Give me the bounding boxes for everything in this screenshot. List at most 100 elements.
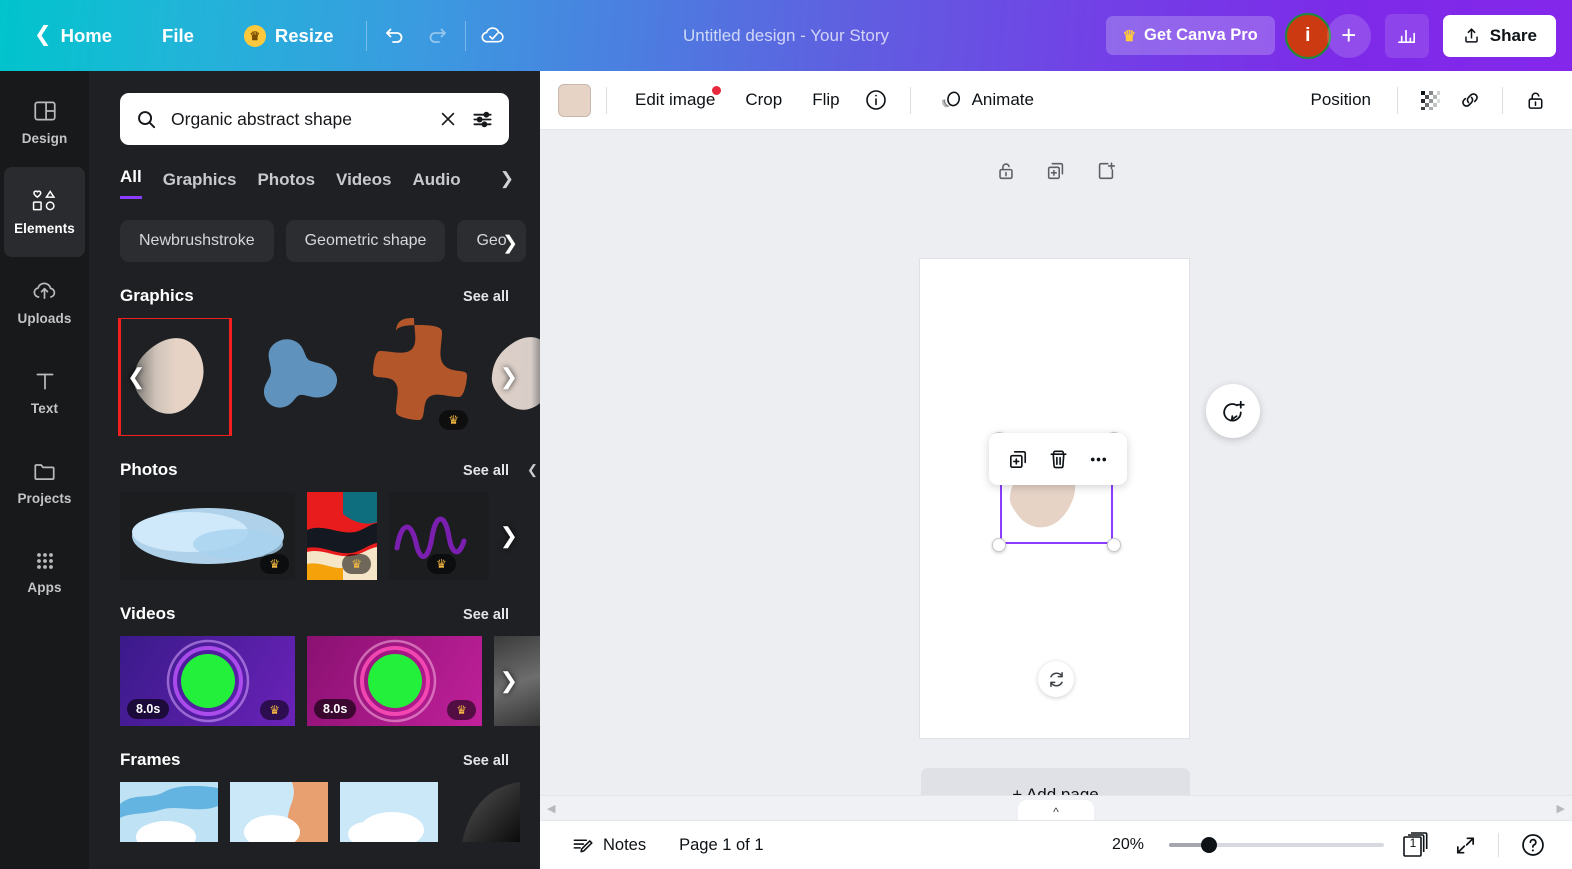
tab-audio[interactable]: Audio [412, 170, 460, 199]
search-box[interactable] [120, 93, 509, 145]
get-canva-pro-button[interactable]: ♛ Get Canva Pro [1105, 16, 1275, 55]
close-icon[interactable] [438, 109, 458, 129]
frame-thumb-dark-gradient[interactable] [450, 782, 520, 842]
photos-results-row: ♛ ♛ ♛ ❯ [89, 492, 540, 580]
duplicate-element-button[interactable] [1001, 442, 1035, 476]
pro-crown-icon: ♛ [447, 699, 476, 720]
insights-button[interactable] [1384, 13, 1429, 58]
transparency-button[interactable] [1411, 81, 1449, 119]
graphics-next-chevron-right-icon[interactable]: ❯ [500, 364, 518, 390]
graphic-thumb-blue-blob[interactable] [242, 318, 352, 436]
section-title: Frames [120, 750, 181, 769]
link-button[interactable] [1451, 81, 1489, 119]
chevron-left-icon: ❮ [34, 23, 52, 46]
lock-page-button[interactable] [993, 158, 1019, 184]
element-toolbar: Edit image Crop Flip Animate Position [540, 71, 1572, 130]
zoom-slider[interactable] [1169, 837, 1384, 853]
sidebar-item-uploads[interactable]: Uploads [4, 257, 85, 347]
canvas-area[interactable]: + Add page ◀ ▶ ^ [540, 130, 1572, 820]
graphic-thumb-orange-cross[interactable]: ♛ [364, 318, 474, 436]
sidebar-item-elements[interactable]: Elements [4, 167, 85, 257]
color-swatch-button[interactable] [558, 83, 591, 117]
frame-thumb-sky-3[interactable] [340, 782, 438, 842]
lock-open-icon [1528, 92, 1542, 109]
videos-section-header: Videos See all [89, 580, 540, 636]
videos-next-chevron-right-icon[interactable]: ❯ [500, 668, 518, 694]
videos-see-all-link[interactable]: See all [463, 607, 509, 623]
tab-photos[interactable]: Photos [257, 170, 315, 199]
lock-button[interactable] [1516, 81, 1554, 119]
position-button[interactable]: Position [1298, 82, 1384, 118]
zoom-slider-knob[interactable] [1201, 837, 1217, 853]
resize-handle-bottom-left[interactable] [992, 538, 1006, 552]
video-thumb-magenta-neon[interactable]: 8.0s ♛ [307, 636, 482, 726]
graphics-prev-chevron-left-icon[interactable]: ❮ [127, 364, 145, 390]
file-menu-button[interactable]: File [148, 17, 208, 55]
resize-handle-bottom-right[interactable] [1107, 538, 1121, 552]
notification-dot-icon [712, 86, 722, 95]
home-button[interactable]: ❮ Home [20, 17, 126, 55]
add-comment-button[interactable] [1206, 384, 1260, 438]
tabs-next-chevron-right-icon[interactable]: ❯ [500, 169, 514, 189]
page-count-label: 1 [1409, 836, 1417, 850]
duplicate-page-button[interactable] [1043, 158, 1069, 184]
more-options-button[interactable] [1081, 442, 1115, 476]
fullscreen-button[interactable] [1448, 827, 1483, 864]
chips-next-chevron-right-icon[interactable]: ❯ [502, 232, 518, 255]
video-thumb-purple-neon[interactable]: 8.0s ♛ [120, 636, 295, 726]
photo-thumb-blue-brush[interactable]: ♛ [120, 492, 295, 580]
search-input[interactable] [171, 108, 425, 130]
add-page-button-inline[interactable] [1093, 158, 1119, 184]
caret-right-icon[interactable]: ▶ [1557, 802, 1565, 815]
frames-see-all-link[interactable]: See all [463, 753, 509, 769]
cloud-save-button[interactable] [473, 15, 515, 57]
edit-image-button[interactable]: Edit image [622, 82, 728, 118]
text-t-icon [36, 373, 53, 390]
flip-button[interactable]: Flip [799, 82, 852, 118]
avatar[interactable]: i [1284, 12, 1331, 59]
timeline-toggle-button[interactable]: ^ [1018, 800, 1094, 820]
sidebar-item-apps[interactable]: Apps [4, 527, 85, 617]
sliders-icon[interactable] [471, 108, 494, 131]
undo-button[interactable] [374, 15, 416, 57]
info-button[interactable] [857, 81, 895, 119]
delete-element-button[interactable] [1041, 442, 1075, 476]
sidebar-item-projects[interactable]: Projects [4, 437, 85, 527]
graphics-see-all-link[interactable]: See all [463, 289, 509, 305]
tab-all[interactable]: All [120, 167, 142, 199]
sky-clouds-frame-2-icon [230, 782, 328, 842]
filter-chip[interactable]: Newbrushstroke [120, 220, 274, 262]
resize-button[interactable]: ♛ Resize [230, 17, 348, 55]
sidebar-item-design[interactable]: Design [4, 77, 85, 167]
photo-thumb-purple-squiggle[interactable]: ♛ [389, 492, 489, 580]
rotate-handle[interactable] [1038, 661, 1074, 697]
pages-panel-button[interactable]: 1 [1399, 830, 1433, 860]
pro-crown-icon: ♛ [260, 553, 289, 574]
toolbar-right-group: Position [1298, 81, 1554, 119]
filter-chip[interactable]: Geometric shape [285, 220, 446, 262]
redo-button[interactable] [416, 15, 458, 57]
add-collaborator-button[interactable]: + [1326, 13, 1371, 58]
photos-see-all-link[interactable]: See all [463, 463, 509, 479]
page-status-label: Page 1 of 1 [679, 835, 764, 854]
bottom-divider [1498, 833, 1499, 857]
frame-thumb-sky-2[interactable] [230, 782, 328, 842]
crop-button[interactable]: Crop [732, 82, 795, 118]
photos-next-chevron-right-icon[interactable]: ❯ [500, 523, 518, 549]
grid-dots-icon [36, 553, 53, 569]
document-title[interactable]: Untitled design - Your Story [671, 19, 901, 53]
notes-button[interactable]: Notes [560, 827, 657, 864]
animate-button[interactable]: Animate [926, 80, 1047, 121]
link-icon [1462, 93, 1478, 107]
share-button[interactable]: Share [1442, 14, 1556, 57]
help-button[interactable] [1514, 825, 1552, 865]
panel-collapse-handle[interactable]: ❮ [524, 438, 540, 502]
photo-thumb-abstract-colors[interactable]: ♛ [307, 492, 377, 580]
caret-left-icon[interactable]: ◀ [547, 802, 555, 815]
frame-thumb-sky-1[interactable] [120, 782, 218, 842]
canva-editor-app: ❮ Home File ♛ Resize Untitled design - Y… [0, 0, 1572, 869]
tab-graphics[interactable]: Graphics [163, 170, 237, 199]
tab-videos[interactable]: Videos [336, 170, 391, 199]
sidebar-item-text[interactable]: Text [4, 347, 85, 437]
frames-results-row [89, 782, 540, 842]
